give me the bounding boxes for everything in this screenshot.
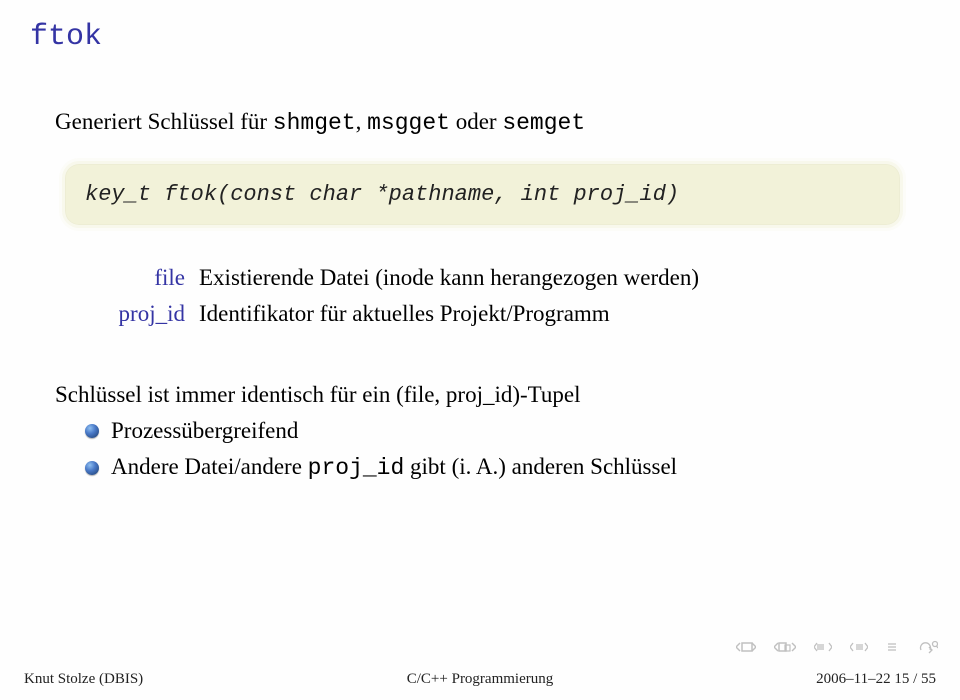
footer-date-page: 2006–11–22 15 / 55 [632,671,936,688]
nav-search-refresh-icon[interactable] [918,640,938,654]
bullet-icon [85,424,99,438]
bullet-1-text: Prozessübergreifend [111,418,298,444]
fn-shmget: shmget [273,110,356,136]
footer-title: C/C++ Programmierung [328,671,632,688]
def-projid-term: proj_id [110,301,185,327]
bullet-2: Andere Datei/andere proj_id gibt (i. A.)… [85,454,930,481]
fn-semget: semget [502,110,585,136]
intro-line: Generiert Schlüssel für shmget, msgget o… [55,109,930,136]
nav-prev-slide-icon[interactable] [736,641,756,653]
nav-prev-section-icon[interactable] [774,641,796,653]
slide-title: ftok [30,20,930,54]
def-file-desc: Existierende Datei (inode kann herangezo… [199,265,699,291]
bullet-1: Prozessübergreifend [85,418,930,444]
nav-forward-icon[interactable] [850,642,868,652]
bullet-2-post: gibt (i. A.) anderen Schlüssel [404,454,677,479]
definition-list: file Existierende Datei (inode kann hera… [110,265,930,327]
code-signature-box: key_t ftok(const char *pathname, int pro… [65,164,900,225]
def-projid-desc: Identifikator für aktuelles Projekt/Prog… [199,301,610,327]
intro-sep1: , [356,109,368,134]
def-file-term: file [110,265,185,291]
nav-goto-end-icon[interactable] [886,642,900,652]
footer: Knut Stolze (DBIS) C/C++ Programmierung … [0,658,960,700]
bullet-icon [85,461,99,475]
bullet-2-pre: Andere Datei/andere [111,454,308,479]
code-signature: key_t ftok(const char *pathname, int pro… [85,182,679,207]
nav-symbols [736,640,938,654]
summary-line: Schlüssel ist immer identisch für ein (f… [55,382,930,408]
intro-text: Generiert Schlüssel für [55,109,273,134]
intro-sep2: oder [450,109,502,134]
bullet-2-text: Andere Datei/andere proj_id gibt (i. A.)… [111,454,677,481]
def-projid: proj_id Identifikator für aktuelles Proj… [110,301,930,327]
bullet-list: Prozessübergreifend Andere Datei/andere … [85,418,930,481]
def-file: file Existierende Datei (inode kann hera… [110,265,930,291]
slide: ftok Generiert Schlüssel für shmget, msg… [0,0,960,700]
footer-author: Knut Stolze (DBIS) [24,671,328,688]
fn-msgget: msgget [367,110,450,136]
bullet-2-code: proj_id [308,455,405,481]
nav-back-icon[interactable] [814,642,832,652]
